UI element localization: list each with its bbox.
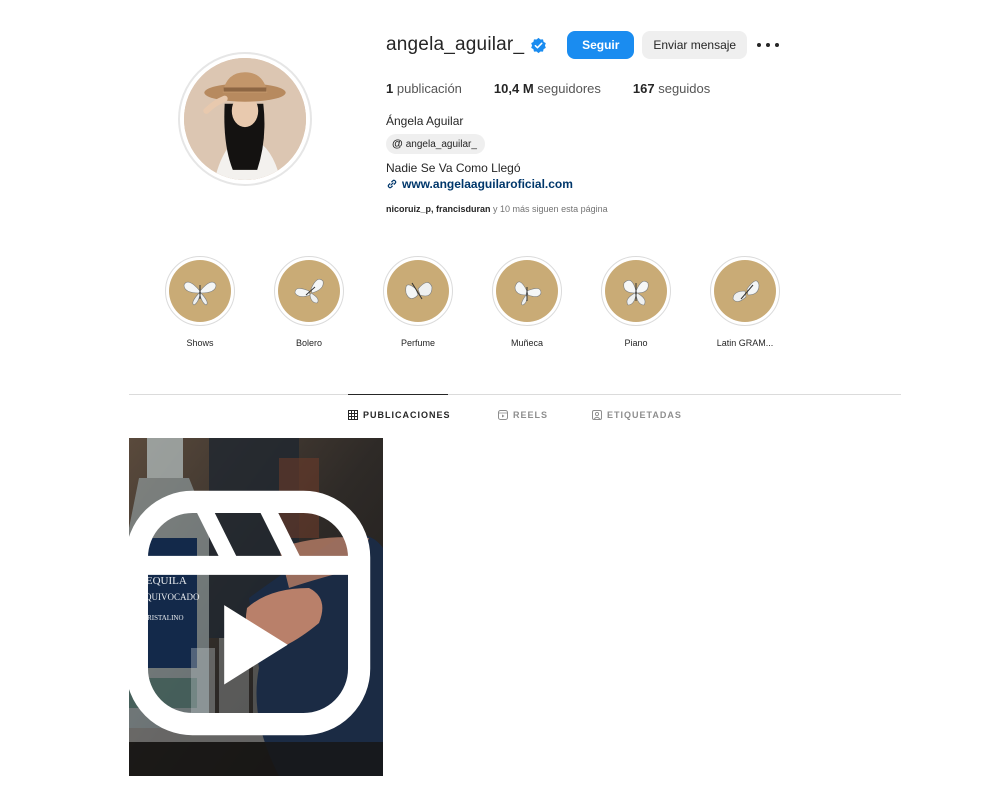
profile-link-text: www.angelaaguilaroficial.com	[402, 177, 573, 191]
verified-badge-icon	[531, 37, 547, 53]
grid-icon	[348, 410, 358, 420]
butterfly-icon	[732, 280, 760, 302]
butterfly-icon	[294, 278, 324, 304]
followed-by[interactable]: nicoruiz_p, francisduran y 10 más siguen…	[386, 204, 608, 214]
avatar-photo	[184, 58, 306, 180]
more-options-icon[interactable]	[757, 35, 780, 55]
highlight-label: Piano	[624, 338, 648, 348]
tab-posts-label: PUBLICACIONES	[363, 410, 451, 420]
profile-header-row: angela_aguilar_ Seguir Enviar mensaje	[386, 30, 780, 60]
posts-label: publicación	[396, 81, 462, 96]
tagged-icon	[592, 410, 602, 420]
followers-label: seguidores	[537, 81, 601, 96]
highlight-perfume[interactable]: Perfume	[381, 256, 455, 348]
highlight-latin-gram[interactable]: Latin GRAM...	[708, 256, 782, 348]
tabs-divider	[129, 394, 901, 395]
highlight-piano[interactable]: Piano	[599, 256, 673, 348]
following-stat[interactable]: 167 seguidos	[633, 81, 710, 96]
highlight-label: Perfume	[400, 338, 435, 348]
profile-avatar[interactable]	[178, 52, 312, 186]
butterfly-icon	[514, 281, 542, 306]
following-count: 167	[632, 81, 655, 96]
followed-by-names: nicoruiz_p, francisduran	[386, 204, 491, 214]
reel-icon	[129, 490, 371, 736]
tab-tagged[interactable]: ETIQUETADAS	[592, 410, 682, 420]
send-message-button[interactable]: Enviar mensaje	[642, 31, 748, 59]
reels-icon	[498, 410, 508, 420]
highlight-label: Muñeca	[510, 338, 544, 348]
highlight-label: Bolero	[295, 338, 322, 348]
following-label: seguidos	[658, 81, 711, 96]
profile-link[interactable]: www.angelaaguilaroficial.com	[386, 177, 573, 191]
butterfly-icon	[183, 281, 217, 306]
active-tab-indicator	[348, 394, 448, 395]
threads-badge[interactable]: @ angela_aguilar_	[386, 134, 485, 154]
post-thumbnail[interactable]: TEQUILA EL EQUIVOCADO CRISTALINO	[129, 438, 383, 776]
posts-stat: 1 publicación	[386, 81, 462, 96]
butterfly-icon	[623, 280, 649, 306]
profile-page: angela_aguilar_ Seguir Enviar mensaje 1 …	[0, 0, 1000, 810]
highlight-label: Latin GRAM...	[716, 338, 774, 348]
profile-full-name: Ángela Aguilar	[386, 114, 464, 128]
follow-button[interactable]: Seguir	[567, 31, 635, 59]
butterfly-icon	[405, 282, 433, 300]
tab-tagged-label: ETIQUETADAS	[607, 410, 682, 420]
followers-count: 10,4 M	[493, 81, 534, 96]
threads-icon: @	[392, 138, 403, 150]
threads-handle: angela_aguilar_	[405, 138, 477, 150]
profile-bio: Nadie Se Va Como Llegó	[386, 161, 521, 175]
followed-by-rest: y 10 más siguen esta página	[490, 204, 608, 214]
highlight-label: Shows	[186, 338, 214, 348]
username: angela_aguilar_	[386, 34, 525, 55]
tab-reels[interactable]: REELS	[498, 410, 548, 420]
profile-stats: 1 publicación 10,4 M seguidores 167 segu…	[386, 81, 742, 96]
followers-stat[interactable]: 10,4 M seguidores	[494, 81, 601, 96]
link-icon	[387, 179, 397, 189]
posts-count: 1	[386, 81, 394, 96]
tab-posts[interactable]: PUBLICACIONES	[348, 410, 451, 420]
tab-reels-label: REELS	[513, 410, 549, 420]
highlight-bolero[interactable]: Bolero	[272, 256, 346, 348]
highlight-shows[interactable]: Shows	[163, 256, 237, 348]
highlight-muneca[interactable]: Muñeca	[490, 256, 564, 348]
